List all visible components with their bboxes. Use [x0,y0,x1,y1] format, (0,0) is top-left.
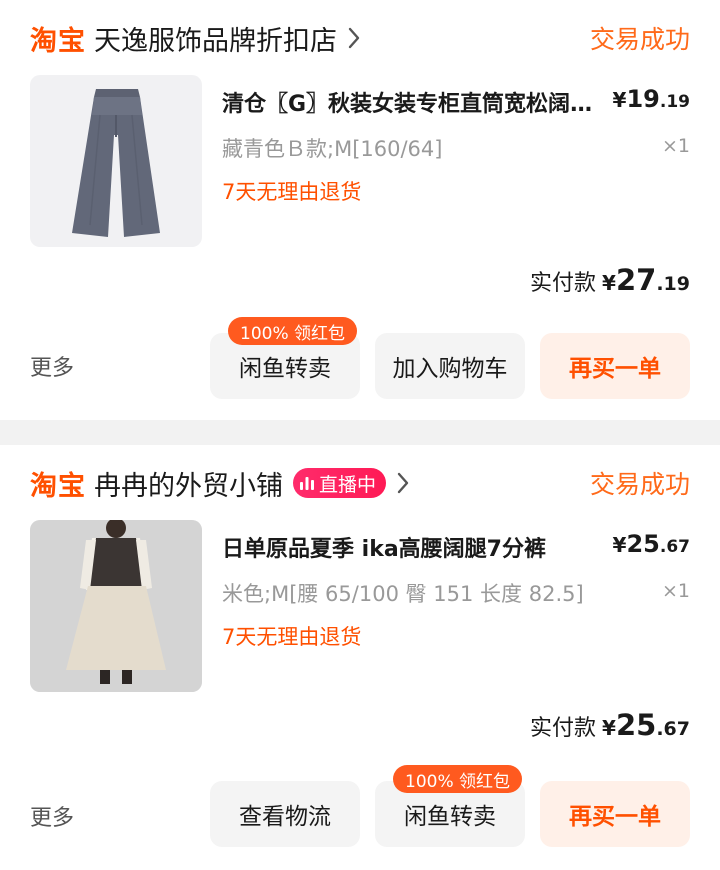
live-badge[interactable]: 直播中 [293,468,387,498]
red-packet-badge: 100% 领红包 [228,317,358,345]
product-image[interactable] [30,75,202,247]
paid-amount: 实付款 ¥ 25 .67 [530,708,690,742]
taobao-logo: 淘宝 [30,25,86,57]
product-title[interactable]: 日单原品夏季 ika高腰阔腿7分裤 [222,531,606,563]
price-cents: .67 [659,537,690,557]
order-status: 交易成功 [589,470,690,499]
price-whole: 19 [626,85,660,113]
product-quantity: ×1 [661,135,690,157]
product-price: ¥19.19 [613,85,690,113]
paid-label: 实付款 [530,271,597,296]
order-card: 淘宝 冉冉的外贸小铺 直播中 交易成功 日单原品夏季 ika高腰阔腿7分裤 ¥2… [0,445,720,870]
price-currency: ¥ [612,533,627,557]
view-logistics-button[interactable]: 查看物流 [210,781,360,847]
price-whole: 25 [626,530,660,558]
add-to-cart-button[interactable]: 加入购物车 [375,333,525,399]
paid-amount: 实付款 ¥ 27 .19 [530,263,690,297]
product-price: ¥25.67 [613,530,690,558]
paid-currency: ¥ [602,271,616,295]
product-sku: 米色;M[腰 65/100 臀 151 长度 82.5] [222,582,584,606]
product-quantity: ×1 [661,580,690,602]
chevron-right-icon[interactable] [396,471,410,495]
paid-whole: 25 [615,708,657,742]
live-bars-icon [300,477,314,490]
order-divider [0,420,720,445]
shop-name[interactable]: 天逸服饰品牌折扣店 [94,19,337,58]
chevron-right-icon[interactable] [347,26,361,50]
refund-policy: 7天无理由退货 [222,180,362,204]
shop-header[interactable]: 淘宝 冉冉的外贸小铺 直播中 交易成功 [30,463,690,503]
live-badge-label: 直播中 [319,473,377,496]
paid-currency: ¥ [602,716,616,740]
price-cents: .19 [659,92,690,112]
order-status: 交易成功 [589,25,690,54]
shop-name[interactable]: 冉冉的外贸小铺 [94,464,283,503]
taobao-logo: 淘宝 [30,470,86,502]
more-button[interactable]: 更多 [30,800,74,832]
buy-again-button[interactable]: 再买一单 [540,781,690,847]
paid-cents: .19 [656,273,690,295]
refund-policy: 7天无理由退货 [222,625,362,649]
shop-header[interactable]: 淘宝 天逸服饰品牌折扣店 交易成功 [30,18,690,58]
paid-cents: .67 [656,718,690,740]
product-image[interactable] [30,520,202,692]
price-currency: ¥ [612,88,627,112]
paid-label: 实付款 [530,716,597,741]
more-button[interactable]: 更多 [30,350,74,382]
buy-again-button[interactable]: 再买一单 [540,333,690,399]
red-packet-badge: 100% 领红包 [393,765,523,793]
product-title[interactable]: 清仓〖G〗秋装女装专柜直筒宽松阔腿裤 [222,86,606,118]
product-sku: 藏青色Ｂ款;M[160/64] [222,137,443,161]
paid-whole: 27 [615,263,657,297]
order-card: 淘宝 天逸服饰品牌折扣店 交易成功 清仓〖G〗秋装女装专柜直筒宽松阔腿裤 ¥19… [0,0,720,420]
